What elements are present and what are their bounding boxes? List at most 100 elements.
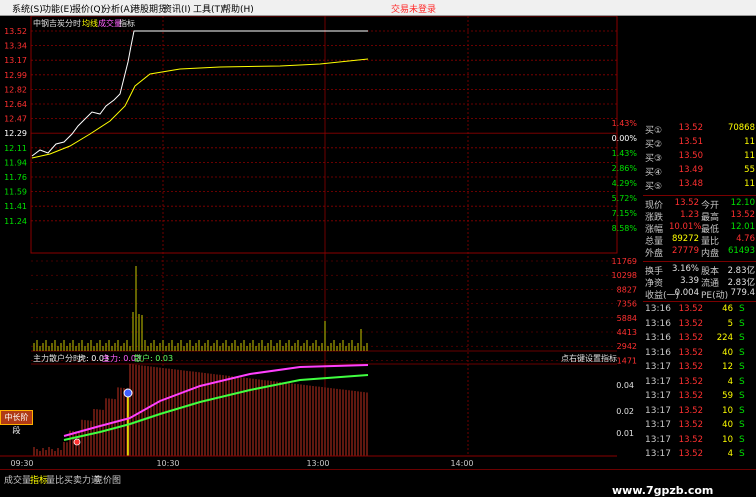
tick-volume: 4 [727,449,733,459]
tick-time: 13:17 [645,420,671,430]
bid-price: 13.50 [678,151,703,161]
price-tick-label: 12.47 [4,115,27,124]
volume-tick-label: 5884 [617,314,637,323]
stat-value: 27779 [671,246,699,256]
tick-time: 13:16 [645,304,671,314]
pct-tick-label: 5.72% [612,194,638,203]
menu-level2[interactable]: 港股期货 [131,2,167,15]
tick-side: S [739,304,745,314]
bid-label: 买② [645,140,663,150]
tick-time: 13:16 [645,318,671,329]
retail-value: 散户: 0.03 [134,353,173,363]
tick-time: 13:17 [645,434,671,445]
intraday-chart[interactable]: 13.52 13.34 13.17 12.99 12.82 12.64 12.47 12.29… [0,16,643,469]
bid-volume: 11 [744,137,755,147]
tick-volume: 5 [727,318,733,329]
stat-value: 61493 [727,246,755,256]
stat-label: 外盘 [645,249,664,259]
price-tick-label: 12.82 [4,85,27,94]
tick-time: 13:17 [645,391,671,401]
tick-side: S [739,347,745,358]
stat-value: 13.52 [674,198,699,208]
price-tick-label: 12.29 [4,129,27,138]
bid-volume: 11 [744,179,755,189]
tick-volume: 40 [722,420,733,430]
login-status[interactable]: 交易未登录 [391,2,436,15]
volume-tick-label: 8827 [617,285,637,294]
time-tick-label: 10:30 [156,459,179,468]
bid-label: 买⑤ [645,182,663,192]
volume-tick-label: 11769 [612,257,637,266]
volume-tick-label: 2942 [617,342,637,351]
bid-price: 13.52 [678,123,703,133]
tick-time: 13:17 [645,362,671,372]
price-tick-label: 13.34 [4,42,27,51]
tick-side: S [739,449,745,459]
hot-badge[interactable]: 中长阶段 [0,410,33,435]
tick-volume: 46 [722,304,733,314]
bid-volume: 70868 [727,123,755,133]
tick-volume: 10 [722,405,733,416]
watermark: www.7gpzb.com [612,484,714,497]
stat-value: 12.10 [730,198,755,208]
menu-analysis[interactable]: 分析(A) [102,2,133,15]
tab-ratio[interactable]: 量比 [46,473,64,486]
bid-volume: 55 [744,165,755,175]
bid-price: 13.48 [678,179,703,189]
menu-tools[interactable]: 工具(T) [193,2,224,15]
menu-help[interactable]: 帮助(H) [222,2,254,15]
stat-value: 2.83亿 [727,266,755,276]
tick-volume: 10 [722,434,733,445]
tab-auction[interactable]: 竞价图 [94,473,121,486]
price-tick-label: 11.94 [4,158,27,167]
tick-side: S [739,391,745,401]
tick-price: 13.52 [678,362,703,372]
tick-price: 13.52 [678,347,703,358]
price-line [31,30,368,157]
indicator-tick-label: 0.01 [616,429,634,438]
tick-time: 13:16 [645,333,671,343]
pct-tick-label: 8.58% [612,224,638,233]
tick-time: 13:17 [645,449,671,459]
stock-name: 中钢吉炭 [33,18,65,28]
tick-volume: 12 [722,362,733,372]
stat-value: 12.01 [730,222,755,232]
menu-info[interactable]: 资讯(I) [163,2,191,15]
price-tick-label: 11.41 [4,202,27,211]
avg-label: 均线 [82,18,98,28]
quote-divider [643,195,756,196]
tick-time: 13:16 [645,347,671,358]
stat-value: 779.4 [730,288,755,298]
volume-tick-label: 4413 [617,328,637,337]
price-tick-label: 12.64 [4,100,27,109]
menu-system[interactable]: 系统(S) [12,2,43,15]
stat-label: 内盘 [701,249,720,259]
tab-volume[interactable]: 成交量 [4,473,31,486]
pct-tick-label: 1.43% [612,119,638,128]
price-tick-label: 11.59 [4,188,27,197]
pct-tick-label: 4.29% [612,179,638,188]
stat-value: 3.16% [671,264,699,274]
menu-quote[interactable]: 报价(Q) [72,2,104,15]
menu-function[interactable]: 功能(E) [42,2,73,15]
menu-bar: 系统(S) 功能(E) 报价(Q) 分析(A) 港股期货 资讯(I) 工具(T)… [0,0,756,16]
pct-tick-label: 2.86% [612,164,638,173]
pct-tick-label: 7.15% [612,209,638,218]
signal-marker-icon[interactable] [123,388,133,398]
stat-value: 3.39 [680,276,699,286]
price-tick-label: 13.52 [4,27,27,36]
quote-panel: 买① 13.52 70868 买② 13.51 11 买③ 13.50 11 买④ 13.49 55 买… [643,111,756,469]
start-marker-icon[interactable] [73,438,81,446]
tick-volume: 40 [722,347,733,358]
tick-price: 13.52 [678,391,703,401]
time-tick-label: 13:00 [306,459,329,468]
tick-volume: 59 [722,391,733,401]
time-tick-label: 14:00 [450,459,473,468]
indicator-label: 指标 [119,18,135,28]
tick-side: S [739,434,745,445]
bid-price: 13.49 [678,165,703,175]
tick-price: 13.52 [678,434,703,445]
indicator-tick-label: 0.02 [616,407,634,416]
stat-value: 0.004 [674,288,699,298]
stat-value: 1.23 [680,210,699,220]
